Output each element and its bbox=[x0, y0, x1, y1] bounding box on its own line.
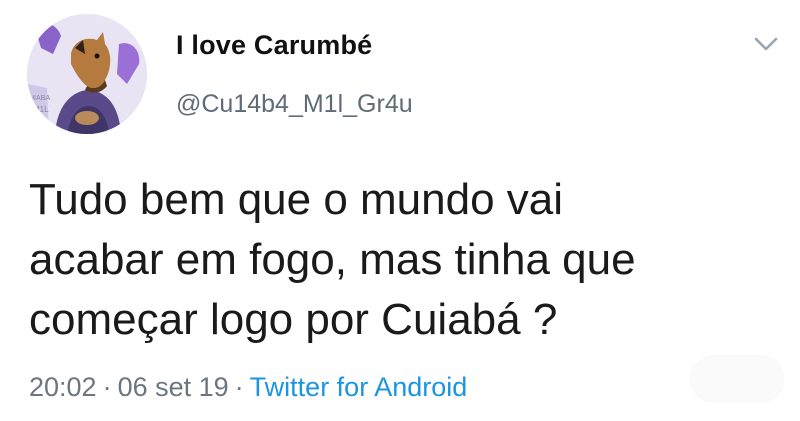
tweet-text-line: acabar em fogo, mas tinha que bbox=[29, 235, 636, 284]
tweet-text: Tudo bem que o mundo vai acabar em fogo,… bbox=[29, 170, 769, 350]
tweet-text-line: começar logo por Cuiabá ? bbox=[29, 295, 558, 344]
horse-mask-avatar-icon: UIABA M1L bbox=[27, 14, 147, 134]
tweet-date[interactable]: 06 set 19 bbox=[118, 372, 229, 402]
chevron-down-icon[interactable] bbox=[753, 34, 779, 54]
tweet-meta: 20:02 · 06 set 19 · Twitter for Android bbox=[29, 372, 467, 403]
tweet-time[interactable]: 20:02 bbox=[29, 372, 97, 402]
tweet-text-line: Tudo bem que o mundo vai bbox=[29, 175, 564, 224]
meta-separator: · bbox=[234, 372, 244, 402]
svg-text:UIABA: UIABA bbox=[29, 95, 50, 102]
svg-text:M1L: M1L bbox=[33, 105, 49, 114]
user-handle[interactable]: @Cu14b4_M1l_Gr4u bbox=[176, 90, 413, 119]
meta-separator: · bbox=[102, 372, 112, 402]
tweet-card: UIABA M1L I love Carumbé @Cu14b4_M1l_Gr4… bbox=[0, 0, 800, 421]
screen-glare bbox=[690, 355, 785, 403]
tweet-source-link[interactable]: Twitter for Android bbox=[250, 372, 468, 402]
display-name[interactable]: I love Carumbé bbox=[176, 30, 372, 61]
avatar[interactable]: UIABA M1L bbox=[27, 14, 147, 134]
